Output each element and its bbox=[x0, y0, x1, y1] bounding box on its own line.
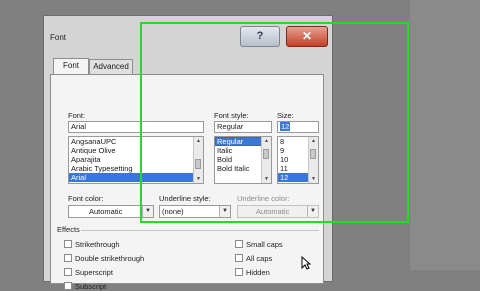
scroll-up-icon[interactable]: ▲ bbox=[194, 137, 203, 145]
effects-divider bbox=[81, 230, 319, 231]
font-input[interactable]: Arial bbox=[68, 121, 204, 133]
scroll-up-icon[interactable]: ▲ bbox=[309, 137, 318, 145]
dialog-title: Font bbox=[50, 33, 67, 42]
small-caps-checkbox[interactable] bbox=[235, 240, 243, 248]
size-list[interactable]: 8 9 10 11 12 ▲ ▼ bbox=[277, 136, 319, 184]
all-caps-label: All caps bbox=[246, 254, 273, 263]
scroll-up-icon[interactable]: ▲ bbox=[262, 137, 271, 145]
double-strikethrough-label: Double strikethrough bbox=[75, 254, 145, 263]
question-mark-icon: ? bbox=[256, 30, 264, 42]
chevron-down-icon[interactable]: ▼ bbox=[142, 206, 153, 217]
superscript-label: Superscript bbox=[75, 268, 113, 277]
list-item[interactable]: AngsanaUPC bbox=[69, 137, 203, 146]
list-item[interactable]: Arabic Typesetting bbox=[69, 164, 203, 173]
size-label: Size: bbox=[277, 111, 294, 120]
underline-style-select[interactable]: (none) ▼ bbox=[159, 205, 231, 218]
scroll-thumb[interactable] bbox=[195, 159, 201, 169]
underline-color-select: Automatic ▼ bbox=[237, 205, 319, 218]
chevron-down-icon: ▼ bbox=[307, 206, 318, 217]
help-button[interactable]: ? bbox=[240, 26, 280, 47]
font-list[interactable]: AngsanaUPC Antique Olive Aparajita Arabi… bbox=[68, 136, 204, 184]
double-strikethrough-checkbox[interactable] bbox=[64, 254, 72, 262]
strikethrough-label: Strikethrough bbox=[75, 240, 120, 249]
underline-color-label: Underline color: bbox=[237, 194, 290, 203]
hidden-checkbox[interactable] bbox=[235, 268, 243, 276]
list-item[interactable]: Antique Olive bbox=[69, 146, 203, 155]
size-input[interactable]: 12 bbox=[277, 121, 319, 133]
close-icon: ✕ bbox=[301, 29, 313, 43]
font-style-list[interactable]: Regular Italic Bold Bold Italic ▲ ▼ bbox=[214, 136, 272, 184]
underline-style-value: (none) bbox=[162, 207, 184, 216]
scroll-down-icon[interactable]: ▼ bbox=[262, 175, 271, 183]
effects-label: Effects bbox=[57, 225, 80, 234]
size-value: 12 bbox=[280, 122, 291, 131]
font-style-label: Font style: bbox=[214, 111, 249, 120]
font-style-scrollbar[interactable]: ▲ ▼ bbox=[261, 137, 271, 183]
list-item-selected[interactable]: Arial bbox=[69, 173, 203, 182]
subscript-checkbox[interactable] bbox=[64, 282, 72, 290]
scroll-thumb[interactable] bbox=[263, 149, 269, 159]
tab-advanced[interactable]: Advanced bbox=[89, 59, 133, 74]
scroll-down-icon[interactable]: ▼ bbox=[309, 175, 318, 183]
superscript-checkbox[interactable] bbox=[64, 268, 72, 276]
hidden-label: Hidden bbox=[246, 268, 270, 277]
mouse-pointer-icon bbox=[301, 256, 311, 270]
chevron-down-icon[interactable]: ▼ bbox=[219, 206, 230, 217]
font-label: Font: bbox=[68, 111, 86, 120]
small-caps-label: Small caps bbox=[246, 240, 283, 249]
font-color-value: Automatic bbox=[89, 207, 123, 216]
tab-font[interactable]: Font bbox=[53, 58, 89, 74]
font-list-scrollbar[interactable]: ▲ ▼ bbox=[193, 137, 203, 183]
strikethrough-checkbox[interactable] bbox=[64, 240, 72, 248]
close-button[interactable]: ✕ bbox=[286, 26, 328, 47]
subscript-label: Subscript bbox=[75, 282, 107, 291]
font-color-select[interactable]: Automatic ▼ bbox=[68, 205, 154, 218]
font-tab-panel: Font: Arial AngsanaUPC Antique Olive Apa… bbox=[50, 74, 324, 291]
background-area bbox=[410, 0, 480, 270]
underline-color-value: Automatic bbox=[256, 207, 290, 216]
scroll-down-icon[interactable]: ▼ bbox=[194, 175, 203, 183]
underline-style-label: Underline style: bbox=[159, 194, 211, 203]
font-dialog: Font ? ✕ Font Advanced Font: Arial Angsa… bbox=[43, 15, 333, 291]
font-color-label: Font color: bbox=[68, 194, 104, 203]
size-list-scrollbar[interactable]: ▲ ▼ bbox=[308, 137, 318, 183]
scroll-thumb[interactable] bbox=[310, 149, 316, 159]
font-style-input[interactable]: Regular bbox=[214, 121, 272, 133]
list-item[interactable]: Aparajita bbox=[69, 155, 203, 164]
all-caps-checkbox[interactable] bbox=[235, 254, 243, 262]
